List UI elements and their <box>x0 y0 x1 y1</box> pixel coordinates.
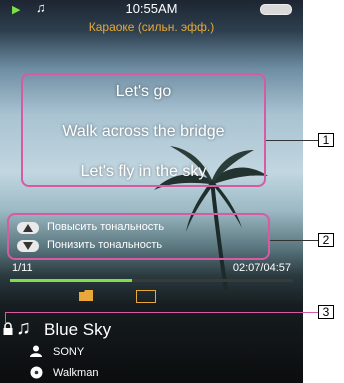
lyrics-area: Let's go Walk across the bridge Let's fl… <box>21 73 266 187</box>
status-bar: ▶ ♫ 10:55AM <box>0 0 303 18</box>
callout-leader-2 <box>270 240 318 241</box>
callout-leader-3 <box>5 312 318 313</box>
callout-3: 3 <box>318 305 334 319</box>
song-note-icon: ♫ <box>16 317 31 339</box>
karaoke-mode-label: Караоке (сильн. эфф.) <box>88 20 215 34</box>
album-name: Walkman <box>53 367 99 379</box>
progress-fill <box>10 279 132 282</box>
song-title: Blue Sky <box>44 320 112 339</box>
progress-bar[interactable] <box>10 279 293 282</box>
track-number: 1/11 <box>12 262 33 274</box>
battery-icon <box>260 4 292 15</box>
artist-name: SONY <box>53 346 85 358</box>
callout-2: 2 <box>318 233 334 247</box>
callout-1: 1 <box>318 133 334 147</box>
lyric-line: Walk across the bridge <box>62 123 225 140</box>
callout-leader-1 <box>266 140 318 141</box>
up-button-icon <box>17 222 39 234</box>
lyric-line: Let's fly in the sky <box>80 163 207 180</box>
callout-leader-3-drop <box>5 312 6 324</box>
artist-icon <box>30 345 42 357</box>
clock: 10:55AM <box>125 1 178 16</box>
down-button-icon <box>17 240 39 252</box>
player-screen: ▶ ♫ 10:55AM Караоке (сильн. эфф.) Let's … <box>0 0 303 383</box>
folder-icon <box>79 290 93 301</box>
lower-key-label: Понизить тональность <box>47 239 163 251</box>
raise-key-label: Повысить тональность <box>47 221 165 233</box>
track-time: 02:07/04:57 <box>232 262 291 274</box>
album-icon <box>30 366 43 379</box>
lyrics-icon <box>136 290 156 303</box>
key-controls: Повысить тональность Понизить тональност… <box>7 213 270 260</box>
lyric-line: Let's go <box>115 83 172 100</box>
